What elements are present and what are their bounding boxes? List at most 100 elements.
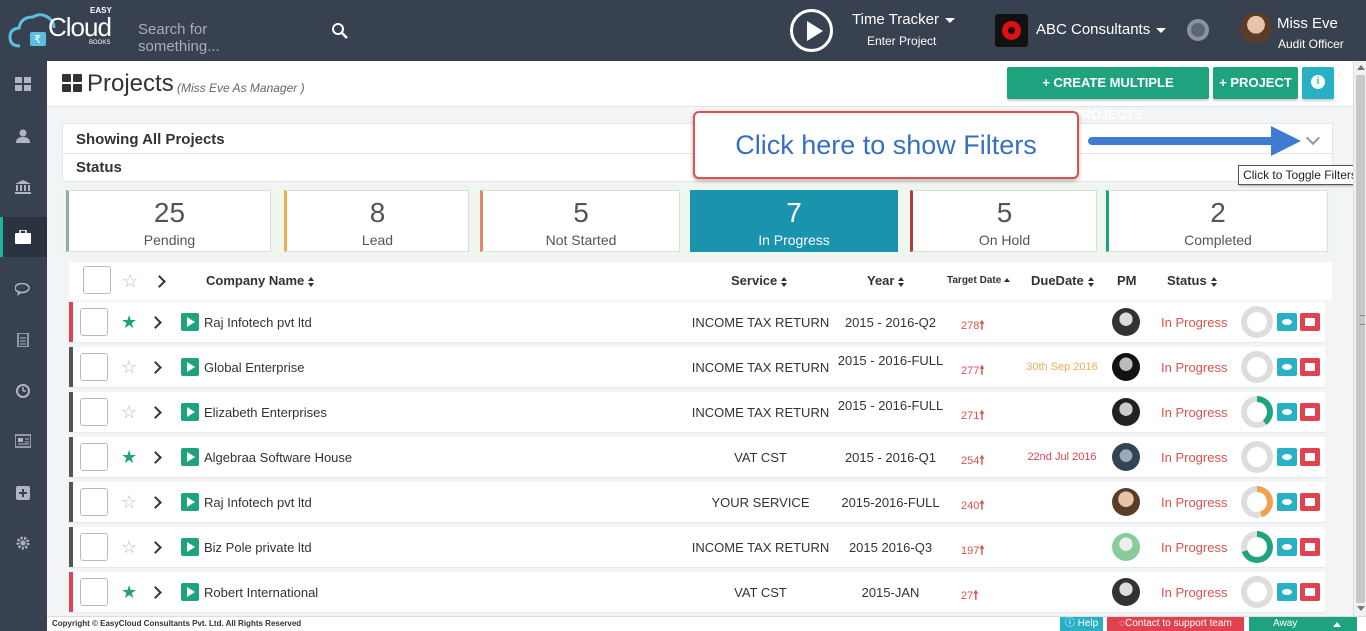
avatar[interactable] [1112,488,1140,516]
user-name[interactable]: Miss Eve [1277,15,1338,32]
company-name[interactable]: Algebraa Software House [204,450,352,465]
star-filled-icon[interactable]: ★ [121,313,137,331]
select-all-checkbox[interactable] [83,266,111,294]
avatar[interactable] [1240,12,1272,44]
chevron-right-icon[interactable] [153,275,166,288]
row-checkbox[interactable] [80,488,108,516]
star-filled-icon[interactable]: ★ [121,448,137,466]
presence-status-button[interactable]: Away [1249,617,1357,631]
chevron-right-icon[interactable] [149,496,162,509]
row-checkbox[interactable] [80,398,108,426]
chevron-right-icon[interactable] [149,451,162,464]
play-timer-icon[interactable] [790,9,833,52]
view-button[interactable] [1277,313,1297,331]
col-target-date[interactable]: Target Date [947,275,1011,286]
star-outline-icon[interactable]: ☆ [121,403,137,421]
create-multiple-projects-button[interactable]: + CREATE MULTIPLE PROJECTS [1007,67,1209,122]
view-button[interactable] [1277,493,1297,511]
star-outline-icon[interactable]: ☆ [122,272,138,290]
table-row[interactable]: ★ Raj Infotech pvt ltd INCOME TAX RETURN 20… [69,302,1325,342]
row-checkbox[interactable] [80,353,108,381]
scroll-up-icon[interactable] [1357,65,1365,70]
scroll-down-icon[interactable] [1357,606,1365,611]
company-name[interactable]: Raj Infotech pvt ltd [204,495,312,510]
start-timer-icon[interactable] [181,403,199,421]
company-name[interactable]: Robert International [204,585,318,600]
info-button[interactable] [1302,67,1334,99]
start-timer-icon[interactable] [181,493,199,511]
avatar[interactable] [1112,533,1140,561]
row-checkbox[interactable] [80,533,108,561]
chevron-right-icon[interactable] [149,361,162,374]
company-name[interactable]: Elizabeth Enterprises [204,405,327,420]
view-button[interactable] [1277,583,1297,601]
row-checkbox[interactable] [80,308,108,336]
sidebar-item-bank[interactable] [0,167,47,207]
col-due-date[interactable]: DueDate [1031,273,1095,288]
col-status[interactable]: Status [1167,273,1218,288]
start-timer-icon[interactable] [181,358,199,376]
col-year[interactable]: Year [867,273,905,288]
avatar[interactable] [1112,398,1140,426]
sidebar-item-projects[interactable] [0,217,47,257]
chevron-down-icon[interactable] [1305,130,1321,146]
vertical-scrollbar[interactable] [1353,61,1366,616]
globe-icon[interactable] [1187,19,1209,41]
support-button[interactable]: ◌Contact to support team [1107,617,1244,631]
company-name[interactable]: Biz Pole private ltd [204,540,312,555]
scroll-thumb[interactable] [1356,75,1365,603]
status-card-completed[interactable]: 2 Completed [1106,190,1328,252]
status-card-pending[interactable]: 25 Pending [66,190,271,252]
view-button[interactable] [1277,403,1297,421]
row-checkbox[interactable] [80,578,108,606]
table-row[interactable]: ☆ Global Enterprise INCOME TAX RETURN 2015 … [69,347,1325,387]
chevron-right-icon[interactable] [149,406,162,419]
view-button[interactable] [1277,358,1297,376]
avatar[interactable] [1112,578,1140,606]
star-filled-icon[interactable]: ★ [121,583,137,601]
sidebar-item-time[interactable] [0,371,47,411]
sidebar-item-news[interactable] [0,421,47,461]
company-name[interactable]: Global Enterprise [204,360,304,375]
delete-button[interactable] [1300,493,1320,511]
status-card-in-progress[interactable]: 7 In Progress [690,190,898,252]
star-outline-icon[interactable]: ☆ [121,358,137,376]
sidebar-item-documents[interactable] [0,320,47,360]
company-dropdown[interactable]: ABC Consultants [1036,21,1167,38]
delete-button[interactable] [1300,583,1320,601]
table-row[interactable]: ★ Robert International VAT CST 2015-JAN 27🠕 I… [69,572,1325,612]
view-button[interactable] [1277,538,1297,556]
star-outline-icon[interactable]: ☆ [121,493,137,511]
delete-button[interactable] [1300,313,1320,331]
delete-button[interactable] [1300,403,1320,421]
start-timer-icon[interactable] [181,313,199,331]
avatar[interactable] [1112,308,1140,336]
col-company[interactable]: Company Name [206,273,315,288]
status-card-lead[interactable]: 8 Lead [284,190,469,252]
avatar[interactable] [1112,353,1140,381]
search-icon[interactable] [331,22,349,40]
table-row[interactable]: ★ Algebraa Software House VAT CST 2015 - 20… [69,437,1325,477]
search-input[interactable]: Search for something... [138,21,288,55]
start-timer-icon[interactable] [181,583,199,601]
table-row[interactable]: ☆ Raj Infotech pvt ltd YOUR SERVICE 2015-20… [69,482,1325,522]
row-checkbox[interactable] [80,443,108,471]
chevron-right-icon[interactable] [149,586,162,599]
sidebar-item-chat[interactable] [0,270,47,310]
help-button[interactable]: ⓘ Help [1060,617,1103,631]
avatar[interactable] [1112,443,1140,471]
company-name[interactable]: Raj Infotech pvt ltd [204,315,312,330]
add-project-button[interactable]: + PROJECT [1213,67,1298,99]
col-service[interactable]: Service [731,273,788,288]
chevron-right-icon[interactable] [149,541,162,554]
table-row[interactable]: ☆ Biz Pole private ltd INCOME TAX RETURN 20… [69,527,1325,567]
easycloud-logo[interactable]: ₹ EASY Cloud BOOKS [6,4,126,56]
start-timer-icon[interactable] [181,448,199,466]
sidebar-item-dashboard[interactable] [0,64,47,104]
sidebar-item-add[interactable] [0,473,47,513]
start-timer-icon[interactable] [181,538,199,556]
chevron-right-icon[interactable] [149,316,162,329]
status-card-on-hold[interactable]: 5 On Hold [910,190,1097,252]
table-row[interactable]: ☆ Elizabeth Enterprises INCOME TAX RETURN 2… [69,392,1325,432]
star-outline-icon[interactable]: ☆ [121,538,137,556]
